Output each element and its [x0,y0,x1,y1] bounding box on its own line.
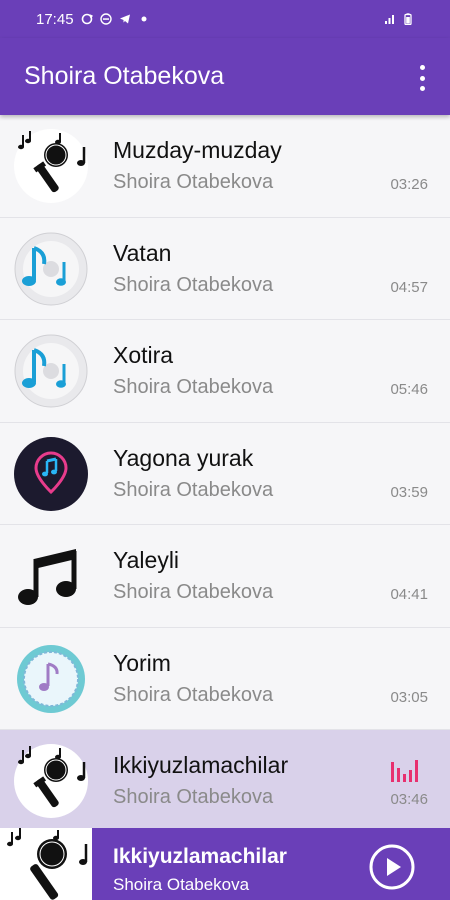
song-duration: 03:59 [390,483,428,501]
song-artist: Shoira Otabekova [113,786,274,808]
song-title: Yagona yurak [113,444,254,471]
cd-music-note-icon [14,232,88,305]
song-row[interactable]: Yagona yurak Shoira Otabekova 03:59 [0,423,450,525]
song-duration: 04:41 [390,586,428,603]
now-playing-cover [0,828,92,900]
play-icon [387,858,401,876]
equalizer-icon [391,760,418,782]
overflow-menu-icon [419,65,425,70]
pin-music-note-icon [14,436,88,511]
song-row-playing[interactable]: Ikkiyuzlamachilar Shoira Otabekova 03:46 [0,730,450,833]
song-title: Xotira [113,342,174,368]
song-title: Muzday-muzday [113,137,282,163]
song-list: Muzday-muzday Shoira Otabekova 03:26 Vat… [0,115,450,833]
song-artist: Shoira Otabekova [113,171,274,193]
microphone-notes-icon [7,828,88,900]
song-duration: 03:05 [390,688,428,706]
song-artist: Shoira Otabekova [113,683,274,706]
signal-icon [385,15,394,24]
song-row[interactable]: Muzday-muzday Shoira Otabekova 03:26 [0,115,450,218]
song-title: Vatan [113,239,172,266]
badge-music-note-icon [17,644,85,713]
song-title: Yorim [113,649,171,676]
overflow-menu-button[interactable] [414,65,430,91]
song-duration: 03:26 [390,176,428,193]
song-artist: Shoira Otabekova [113,376,274,398]
status-time: 17:45 [36,10,74,28]
dot-icon [141,16,147,22]
sync-icon [81,13,93,25]
battery-icon [404,13,412,25]
page-title: Shoira Otabekova [24,62,225,90]
cd-music-note-icon [14,334,88,408]
now-playing-artist: Shoira Otabekova [113,875,250,894]
song-duration: 03:46 [390,791,428,808]
song-title: Yaleyli [113,547,180,573]
song-artist: Shoira Otabekova [113,581,274,603]
app-bar: Shoira Otabekova [0,38,450,115]
microphone-notes-icon [14,744,88,818]
song-row[interactable]: Xotira Shoira Otabekova 05:46 [0,320,450,423]
do-not-disturb-icon [99,13,112,25]
song-row[interactable]: Yorim Shoira Otabekova 03:05 [0,628,450,730]
now-playing-title: Ikkiyuzlamachilar [113,845,287,868]
telegram-icon [119,14,130,24]
song-artist: Shoira Otabekova [113,273,274,296]
microphone-notes-icon [14,129,88,203]
song-duration: 04:57 [390,278,428,296]
status-bar: 17:45 [0,0,450,38]
play-button[interactable] [369,844,415,890]
mini-player[interactable]: Ikkiyuzlamachilar Shoira Otabekova [0,828,450,900]
song-row[interactable]: Vatan Shoira Otabekova 04:57 [0,218,450,320]
song-duration: 05:46 [390,381,428,398]
song-row[interactable]: Yaleyli Shoira Otabekova 04:41 [0,525,450,628]
song-title: Ikkiyuzlamachilar [113,752,289,778]
beamed-notes-icon [18,549,77,605]
song-artist: Shoira Otabekova [113,478,274,501]
